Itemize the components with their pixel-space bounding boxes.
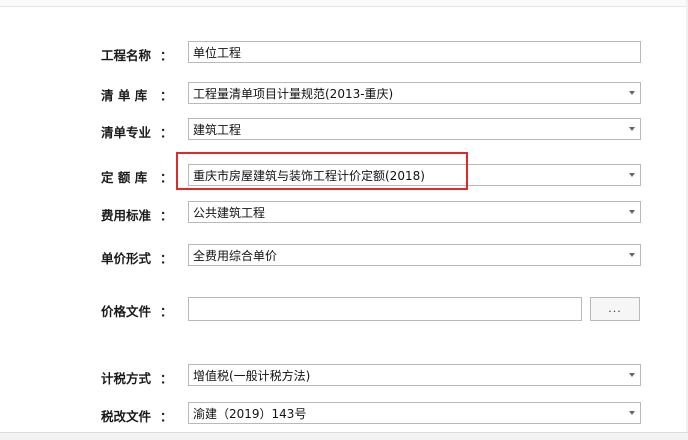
browse-button[interactable]: ... bbox=[590, 297, 640, 321]
chevron-down-icon[interactable] bbox=[629, 210, 635, 214]
tax-method-colon: ： bbox=[160, 371, 173, 386]
unit-price-form-value: 全费用综合单价 bbox=[193, 248, 278, 263]
chevron-down-icon[interactable] bbox=[629, 253, 635, 257]
bill-specialty-colon: ： bbox=[160, 125, 173, 140]
bill-specialty-select[interactable]: 建筑工程 bbox=[188, 118, 641, 140]
project-name-input[interactable]: 单位工程 bbox=[188, 41, 641, 63]
tax-method-value: 增值税(一般计税方法) bbox=[193, 368, 311, 383]
bill-specialty-value: 建筑工程 bbox=[193, 122, 242, 137]
unit-price-form-colon: ： bbox=[160, 251, 173, 266]
tax-reform-file-colon: ： bbox=[160, 409, 173, 424]
chevron-down-icon[interactable] bbox=[629, 411, 635, 415]
project-name-colon: ： bbox=[160, 48, 173, 63]
fee-standard-colon: ： bbox=[160, 208, 173, 223]
tax-method-select[interactable]: 增值税(一般计税方法) bbox=[188, 364, 641, 386]
fee-standard-value: 公共建筑工程 bbox=[193, 205, 266, 220]
fee-standard-select[interactable]: 公共建筑工程 bbox=[188, 201, 641, 223]
top-border bbox=[0, 0, 688, 7]
tax-reform-file-select[interactable]: 渝建（2019）143号 bbox=[188, 402, 641, 424]
quota-library-value: 重庆市房屋建筑与装饰工程计价定额(2018) bbox=[193, 168, 425, 183]
price-file-input[interactable] bbox=[188, 297, 582, 321]
chevron-down-icon[interactable] bbox=[629, 173, 635, 177]
project-name-value: 单位工程 bbox=[193, 45, 242, 60]
chevron-down-icon[interactable] bbox=[629, 127, 635, 131]
bill-library-select[interactable]: 工程量清单项目计量规范(2013-重庆) bbox=[188, 82, 641, 104]
chevron-down-icon[interactable] bbox=[629, 373, 635, 377]
unit-price-form-select[interactable]: 全费用综合单价 bbox=[188, 244, 641, 266]
tax-reform-file-value: 渝建（2019）143号 bbox=[193, 406, 307, 421]
quota-library-select[interactable]: 重庆市房屋建筑与装饰工程计价定额(2018) bbox=[188, 164, 641, 186]
bill-library-value: 工程量清单项目计量规范(2013-重庆) bbox=[193, 86, 394, 101]
price-file-colon: ： bbox=[160, 304, 173, 319]
chevron-down-icon[interactable] bbox=[629, 91, 635, 95]
bill-library-colon: ： bbox=[160, 88, 173, 103]
quota-library-colon: ： bbox=[160, 170, 173, 185]
